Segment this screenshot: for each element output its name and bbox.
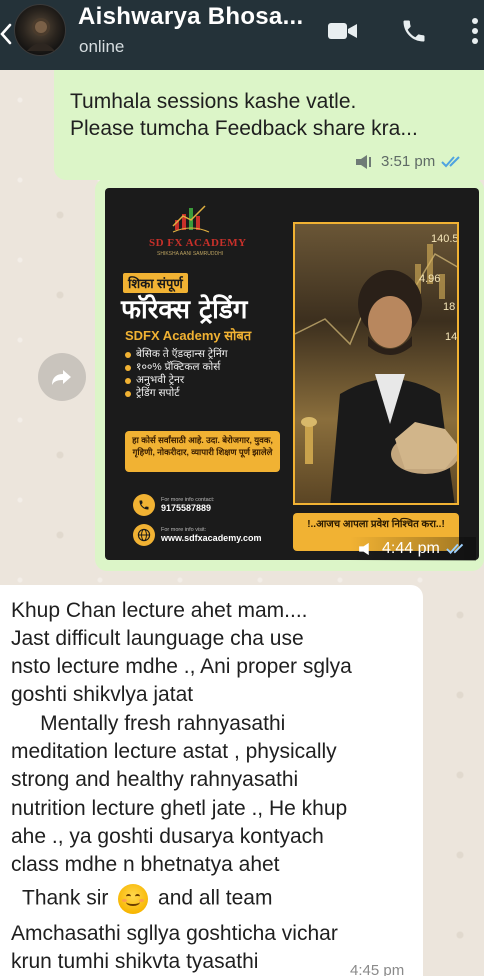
message-line: Mentally fresh rahnyasathi xyxy=(11,712,286,735)
message-meta: 3:51 pm xyxy=(355,153,465,170)
academy-logo-icon xyxy=(172,205,210,233)
message-time: 3:51 pm xyxy=(381,153,436,170)
chart-number: 18 xyxy=(443,301,455,313)
trader-illustration: 140.5 4.96 18 14 xyxy=(295,233,459,503)
message-text: Tumhala sessions kashe vatle. Please tum… xyxy=(70,88,480,142)
website-url: www.sdfxacademy.com xyxy=(161,533,262,543)
message-line: strong and healthy rahnyasathi xyxy=(11,768,299,791)
thank-text: Thank sir xyxy=(22,886,109,910)
contact-phone: 9175587889 xyxy=(161,503,212,513)
chart-number: 14 xyxy=(445,331,457,343)
contact-status: online xyxy=(79,37,125,56)
message-time: 4:44 pm xyxy=(382,540,440,557)
forward-button[interactable] xyxy=(38,353,86,401)
back-arrow-icon[interactable] xyxy=(0,22,12,46)
academy-poster-image[interactable]: SD FX ACADEMY SHIKSHA AANI SAMRUDDHI शिक… xyxy=(105,188,479,560)
poster-bullet: ट्रेडिंग सपोर्ट xyxy=(125,387,228,400)
volume-icon xyxy=(359,542,369,556)
message-line: class mdhe n bhetnatya ahet xyxy=(11,853,280,876)
more-options-icon[interactable] xyxy=(469,16,481,46)
thank-line: Thank sir and all team xyxy=(22,884,272,914)
thank-text-tail: and all team xyxy=(158,886,273,910)
smiling-face-emoji-icon xyxy=(118,884,149,914)
poster-tagline: SDFX Academy सोबत xyxy=(125,328,252,343)
avatar-portrait xyxy=(27,18,55,51)
message-line: meditation lecture astat , physically xyxy=(11,740,337,763)
message-line: ahe ., ya goshti dusarya kontyach xyxy=(11,825,324,848)
poster-headline: फॉरेक्स ट्रेडिंग xyxy=(121,295,248,325)
video-call-icon[interactable] xyxy=(328,21,358,41)
message-line: nsto lecture mdhe ., Ani proper sglya xyxy=(11,655,352,678)
message-line: Jast difficult launguage cha use xyxy=(11,627,304,650)
academy-brand-sub: SHIKSHA AANI SAMRUDDHI xyxy=(157,251,224,257)
contact-avatar[interactable] xyxy=(14,4,66,56)
poster-contact-website: For more info visit: www.sdfxacademy.com xyxy=(133,524,262,546)
poster-bullet-list: बेसिक ते ऍडव्हान्स ट्रेनिंग १००% प्रॅक्ट… xyxy=(125,348,228,400)
message-line: nutrition lecture ghetl jate ., He khup xyxy=(11,797,348,820)
message-line: goshti shikvlya jatat xyxy=(11,683,194,706)
poster-contact-phone: For more info contact: 9175587889 xyxy=(133,494,215,516)
chart-number: 4.96 xyxy=(419,273,440,285)
chart-number: 140.5 xyxy=(431,233,459,245)
message-line: Please tumcha Feedback share kra... xyxy=(70,117,418,140)
message-line: krun tumhi shikvta tyasathi xyxy=(11,950,259,973)
globe-icon xyxy=(133,524,155,546)
phone-icon xyxy=(133,494,155,516)
poster-audience-box: हा कोर्स सर्वांसाठी आहे. उदा. बेरोजगार, … xyxy=(125,431,280,472)
message-line: Tumhala sessions kashe vatle. xyxy=(70,90,357,113)
message-line: Amchasathi sgllya goshticha vichar xyxy=(11,922,338,945)
poster-bullet: १००% प्रॅक्टिकल कोर्स xyxy=(125,361,228,374)
poster-bullet: अनुभवी ट्रेनर xyxy=(125,374,228,387)
double-check-icon xyxy=(441,155,460,167)
poster-bullet: बेसिक ते ऍडव्हान्स ट्रेनिंग xyxy=(125,348,228,361)
contact-name[interactable]: Aishwarya Bhosa... xyxy=(78,3,303,31)
volume-icon xyxy=(356,154,371,169)
double-check-icon xyxy=(446,543,463,555)
image-time-overlay: 4:44 pm xyxy=(350,537,476,561)
message-line: Khup Chan lecture ahet mam.... xyxy=(11,599,308,622)
chat-header: Aishwarya Bhosa... online xyxy=(0,0,484,70)
message-time: 4:45 pm xyxy=(350,962,405,976)
voice-call-icon[interactable] xyxy=(400,17,428,45)
trader-photo: 140.5 4.96 18 14 xyxy=(293,222,459,505)
forward-arrow-icon xyxy=(52,370,71,385)
academy-brand: SD FX ACADEMY xyxy=(149,237,247,249)
